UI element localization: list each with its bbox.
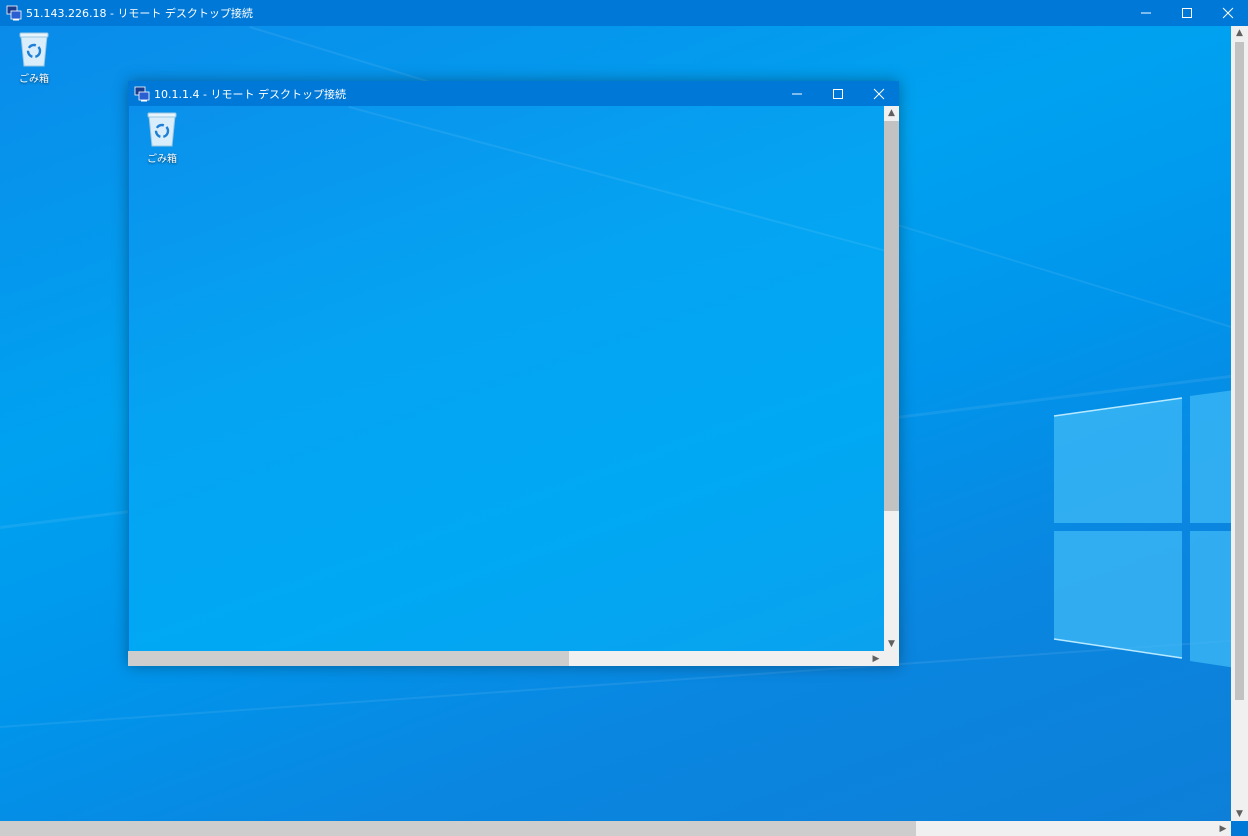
inner-vertical-scrollbar[interactable]: ▲ ▼ bbox=[884, 106, 899, 651]
outer-horizontal-scrollbar[interactable]: ▶ bbox=[0, 821, 1231, 836]
outer-titlebar[interactable]: 51.143.226.18 - リモート デスクトップ接続 bbox=[0, 0, 1248, 26]
scroll-down-arrow-icon[interactable]: ▼ bbox=[884, 637, 899, 651]
scroll-right-arrow-icon[interactable]: ▶ bbox=[1215, 821, 1231, 836]
scroll-up-arrow-icon[interactable]: ▲ bbox=[884, 106, 899, 120]
maximize-icon bbox=[1181, 8, 1192, 18]
inner-window-controls bbox=[776, 81, 899, 107]
inner-close-button[interactable] bbox=[858, 81, 899, 106]
inner-window-title: 10.1.1.4 - リモート デスクトップ接続 bbox=[154, 87, 346, 101]
close-icon bbox=[873, 88, 884, 99]
outer-window-title: 51.143.226.18 - リモート デスクトップ接続 bbox=[26, 7, 253, 20]
outer-window-controls bbox=[1125, 0, 1248, 26]
scroll-right-arrow-icon[interactable]: ▶ bbox=[868, 651, 884, 666]
windows-logo bbox=[1053, 390, 1231, 668]
inner-maximize-button[interactable] bbox=[817, 81, 858, 106]
scroll-down-arrow-icon[interactable]: ▼ bbox=[1231, 807, 1248, 821]
light-beam bbox=[348, 106, 884, 290]
remote-desktop-icon bbox=[6, 5, 22, 21]
outer-close-button[interactable] bbox=[1207, 0, 1248, 26]
inner-vertical-scroll-thumb[interactable] bbox=[884, 121, 899, 511]
resize-grip[interactable] bbox=[884, 651, 899, 666]
recycle-bin-shortcut[interactable]: ごみ箱 bbox=[4, 30, 64, 85]
outer-vertical-scroll-thumb[interactable] bbox=[1235, 42, 1244, 700]
outer-rdp-window: 51.143.226.18 - リモート デスクトップ接続 ごみ箱 ▲ ▼ ▶ … bbox=[0, 0, 1248, 836]
inner-titlebar[interactable]: 10.1.1.4 - リモート デスクトップ接続 bbox=[128, 81, 899, 106]
outer-maximize-button[interactable] bbox=[1166, 0, 1207, 26]
outer-minimize-button[interactable] bbox=[1125, 0, 1166, 26]
inner-rdp-window: 10.1.1.4 - リモート デスクトップ接続 ごみ箱 ▲ ▼ ▶ bbox=[128, 81, 899, 666]
recycle-bin-label: ごみ箱 bbox=[147, 154, 177, 165]
minimize-icon bbox=[791, 93, 802, 94]
close-icon bbox=[1222, 7, 1233, 19]
recycle-bin-icon bbox=[17, 30, 51, 68]
minimize-icon bbox=[1140, 12, 1151, 14]
recycle-bin-shortcut[interactable]: ごみ箱 bbox=[132, 110, 192, 165]
recycle-bin-icon bbox=[145, 110, 179, 148]
outer-vertical-scrollbar[interactable]: ▲ ▼ bbox=[1231, 26, 1248, 821]
outer-horizontal-scroll-thumb[interactable] bbox=[0, 821, 916, 836]
remote-desktop-icon bbox=[134, 86, 150, 102]
recycle-bin-label: ごみ箱 bbox=[19, 74, 49, 85]
inner-remote-desktop[interactable]: ごみ箱 bbox=[129, 106, 884, 651]
inner-minimize-button[interactable] bbox=[776, 81, 817, 106]
inner-horizontal-scrollbar[interactable]: ▶ bbox=[128, 651, 884, 666]
inner-horizontal-scroll-thumb[interactable] bbox=[128, 651, 569, 666]
maximize-icon bbox=[832, 88, 843, 99]
scroll-up-arrow-icon[interactable]: ▲ bbox=[1231, 26, 1248, 40]
